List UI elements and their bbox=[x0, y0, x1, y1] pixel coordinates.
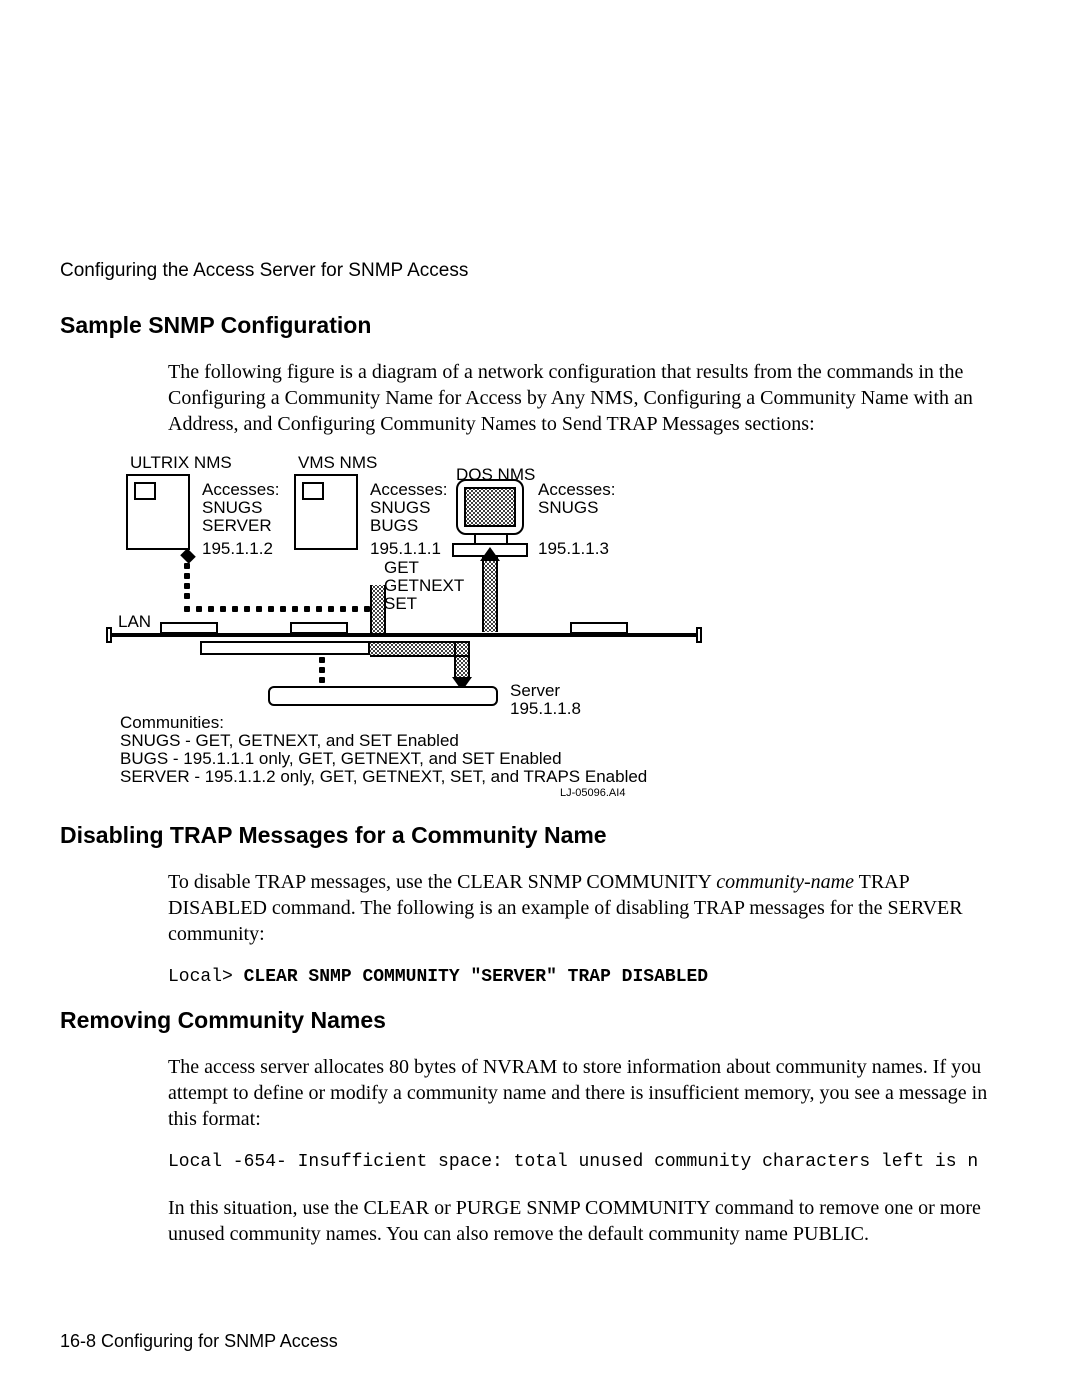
para-sample-intro: The following figure is a diagram of a n… bbox=[168, 359, 990, 437]
community-bugs: BUGS - 195.1.1.1 only, GET, GETNEXT, and… bbox=[120, 749, 562, 769]
code-disable-trap: Local> CLEAR SNMP COMMUNITY "SERVER" TRA… bbox=[168, 965, 990, 989]
communities-heading: Communities: bbox=[120, 713, 224, 733]
heading-disabling-trap: Disabling TRAP Messages for a Community … bbox=[60, 822, 990, 849]
arrowhead-up-dos bbox=[480, 547, 500, 561]
vms-box bbox=[294, 474, 358, 550]
lan-endcap-right bbox=[696, 627, 702, 643]
dos-ip: 195.1.1.3 bbox=[538, 539, 609, 559]
lan-tap-long bbox=[200, 641, 370, 655]
community-server: SERVER - 195.1.1.2 only, GET, GETNEXT, S… bbox=[120, 767, 647, 787]
arrow-up-dos bbox=[482, 556, 498, 632]
label-vms-nms: VMS NMS bbox=[298, 453, 377, 473]
community-snugs: SNUGS - GET, GETNEXT, and SET Enabled bbox=[120, 731, 459, 751]
arrow-lan-to-server-v bbox=[454, 641, 470, 679]
server-ip: 195.1.1.8 bbox=[510, 699, 581, 719]
label-lan: LAN bbox=[118, 612, 151, 632]
heading-removing-community: Removing Community Names bbox=[60, 1007, 990, 1034]
dos-accesses-label: Accesses: bbox=[538, 480, 615, 500]
para-removing-intro: The access server allocates 80 bytes of … bbox=[168, 1054, 990, 1132]
para-removing-action: In this situation, use the CLEAR or PURG… bbox=[168, 1195, 990, 1247]
op-getnext: GETNEXT bbox=[384, 576, 464, 596]
cable-knot bbox=[180, 548, 196, 564]
dos-community-snugs: SNUGS bbox=[538, 498, 598, 518]
ultrix-accesses-label: Accesses: bbox=[202, 480, 279, 500]
lan-tap-2 bbox=[290, 622, 348, 634]
figure-reference-id: LJ-05096.AI4 bbox=[560, 787, 625, 799]
code-prompt: Local> bbox=[168, 967, 244, 987]
dotted-drop-to-server bbox=[319, 657, 325, 687]
op-get: GET bbox=[384, 558, 419, 578]
lan-endcap-left bbox=[106, 627, 112, 643]
para-disabling-trap: To disable TRAP messages, use the CLEAR … bbox=[168, 869, 990, 947]
vms-community-bugs: BUGS bbox=[370, 516, 418, 536]
running-head: Configuring the Access Server for SNMP A… bbox=[60, 260, 990, 282]
arrow-vms-to-lan bbox=[370, 585, 386, 635]
label-ultrix-nms: ULTRIX NMS bbox=[130, 453, 232, 473]
vms-ip: 195.1.1.1 bbox=[370, 539, 441, 559]
heading-sample-snmp: Sample SNMP Configuration bbox=[60, 312, 990, 339]
vms-community-snugs: SNUGS bbox=[370, 498, 430, 518]
vms-accesses-label: Accesses: bbox=[370, 480, 447, 500]
code-command: CLEAR SNMP COMMUNITY "SERVER" TRAP DISAB… bbox=[244, 967, 708, 987]
text-disable-a: To disable TRAP messages, use the CLEAR … bbox=[168, 871, 716, 893]
server-label: Server bbox=[510, 681, 560, 701]
ultrix-box bbox=[126, 474, 190, 550]
dotted-run-1 bbox=[184, 597, 376, 603]
network-diagram: ULTRIX NMS VMS NMS DOS NMS Accesses: SNU… bbox=[130, 455, 780, 800]
ultrix-ip: 195.1.1.2 bbox=[202, 539, 273, 559]
lan-tap-1 bbox=[160, 622, 218, 634]
code-insufficient-space: Local -654- Insufficient space: total un… bbox=[168, 1150, 990, 1174]
lan-tap-3 bbox=[570, 622, 628, 634]
dos-monitor bbox=[456, 479, 524, 535]
ultrix-community-server: SERVER bbox=[202, 516, 272, 536]
page-footer: 16-8 Configuring for SNMP Access bbox=[60, 1331, 338, 1352]
ultrix-community-snugs: SNUGS bbox=[202, 498, 262, 518]
text-community-name-arg: community-name bbox=[716, 871, 854, 893]
server-box bbox=[268, 686, 498, 706]
op-set: SET bbox=[384, 594, 417, 614]
